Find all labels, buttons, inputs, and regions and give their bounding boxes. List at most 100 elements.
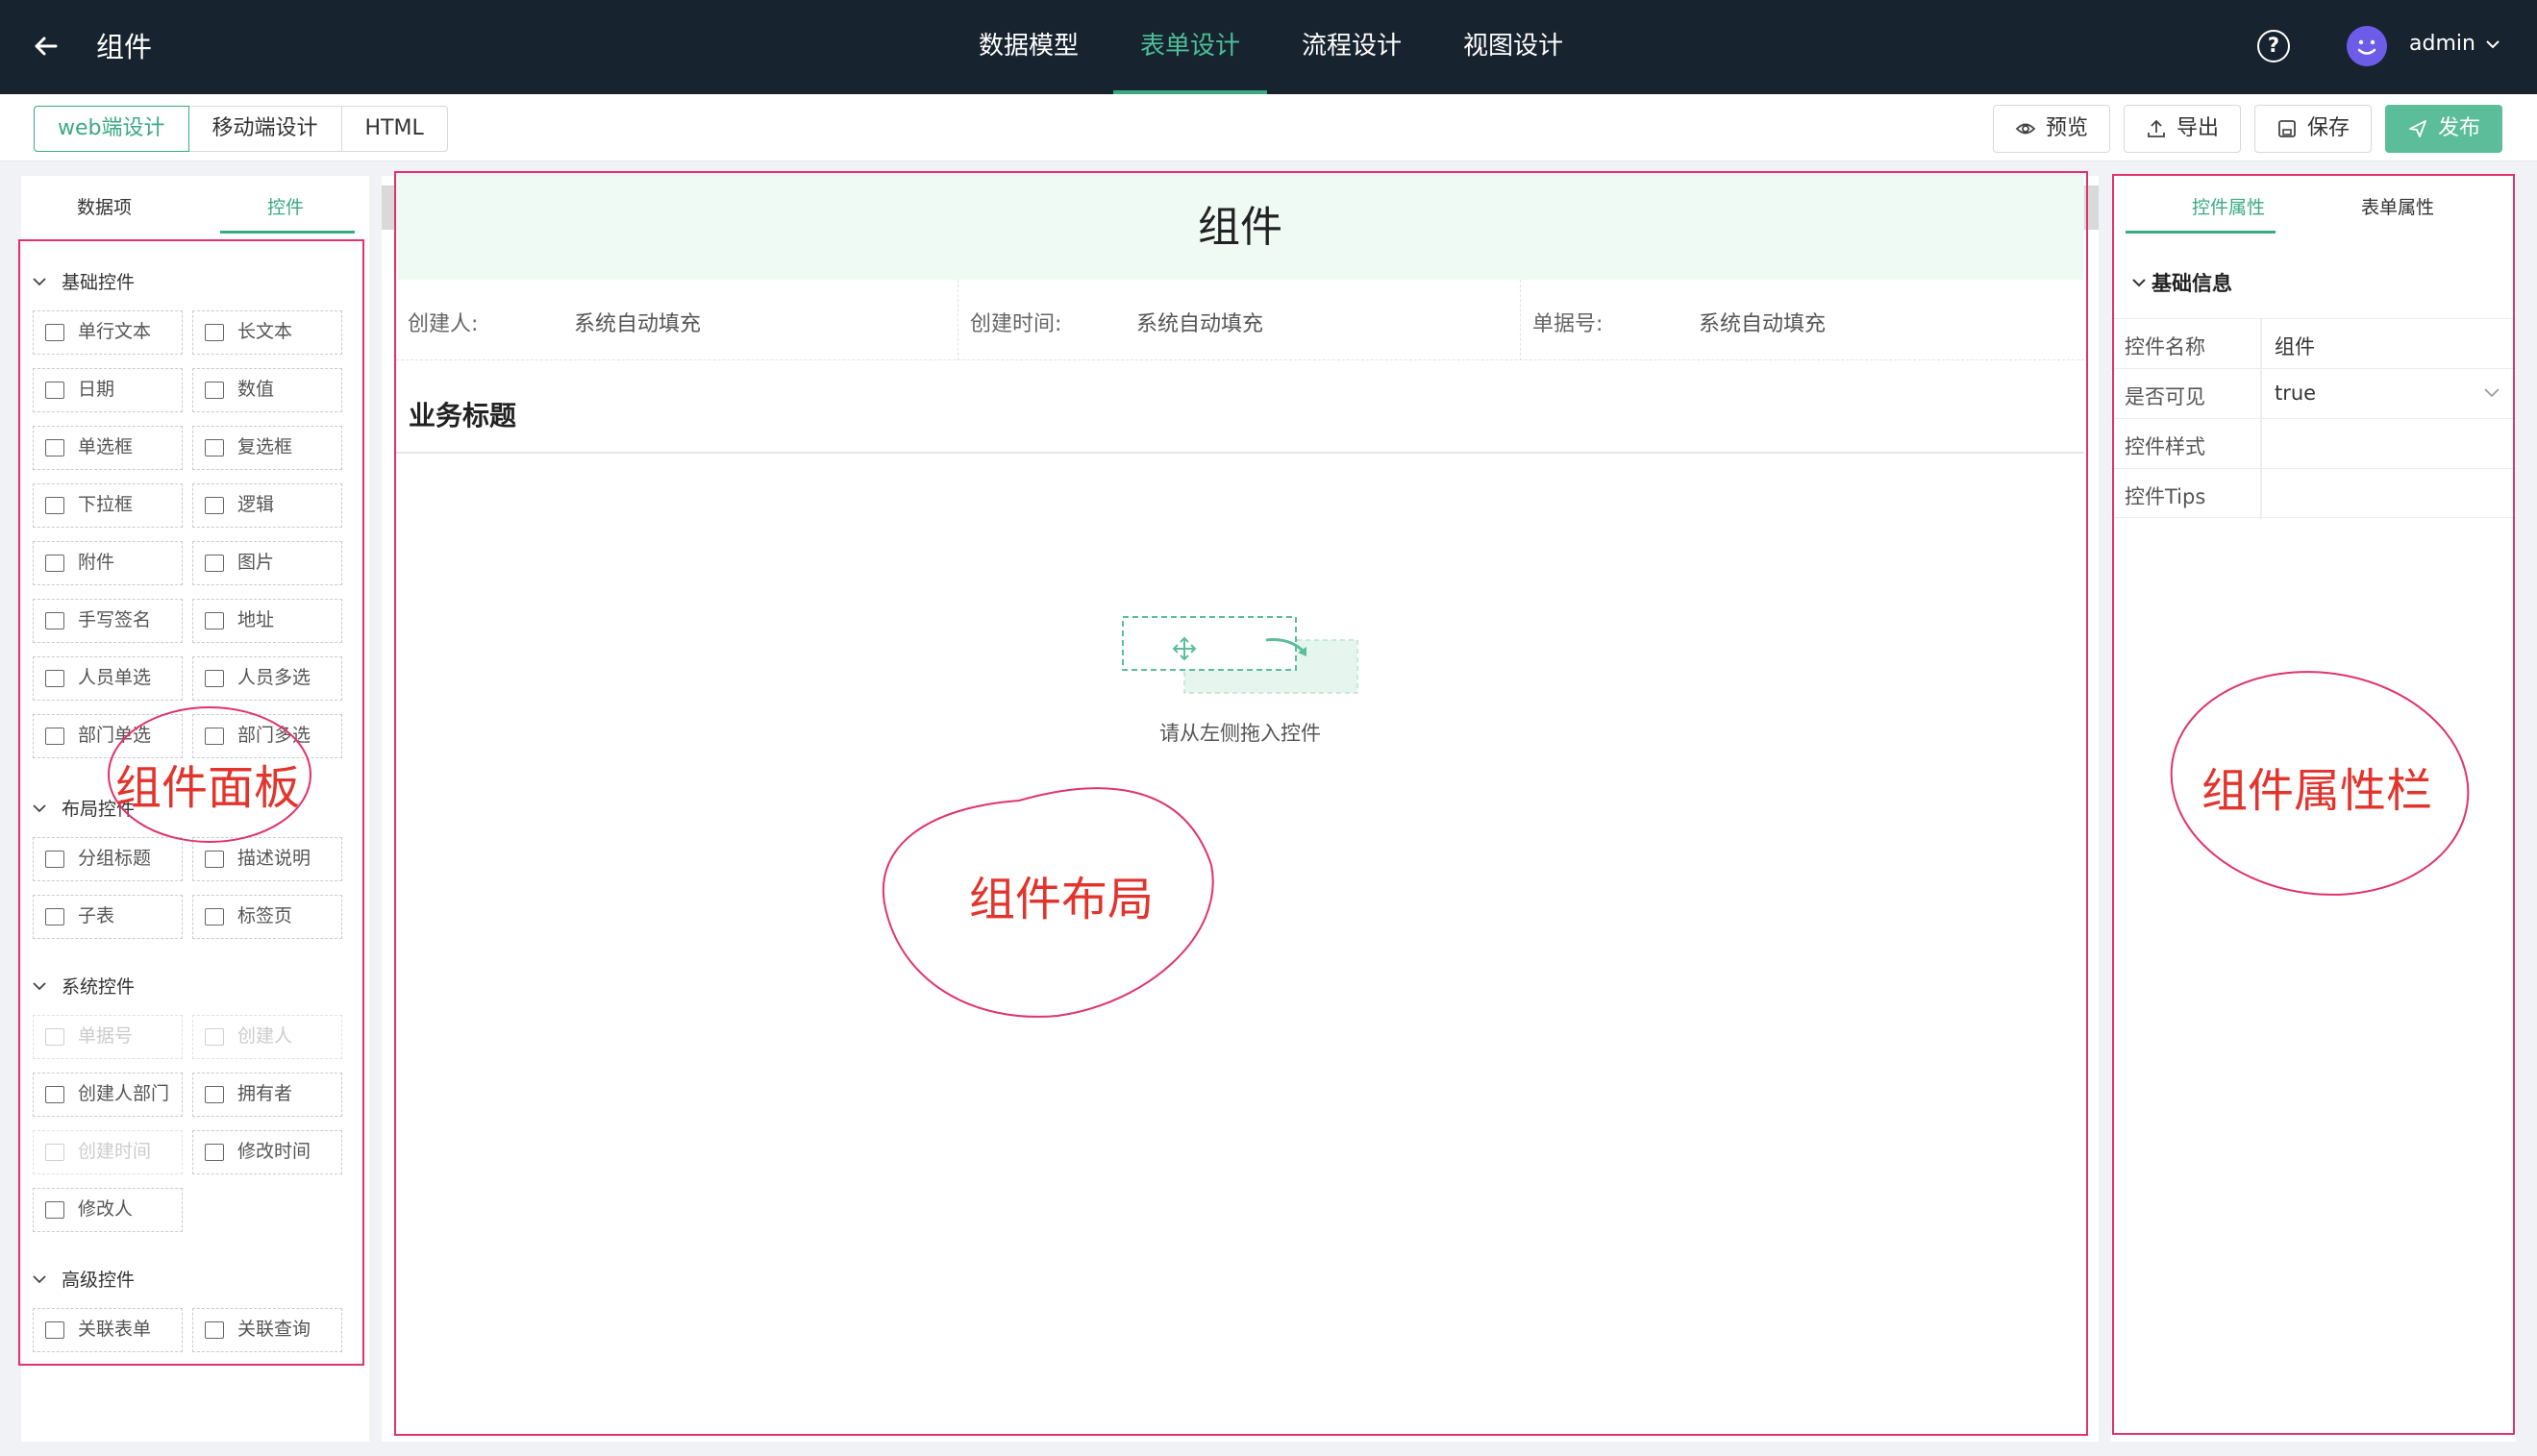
component-item[interactable]: 创建时间	[33, 1130, 183, 1174]
component-item[interactable]: 附件	[33, 541, 183, 585]
group-header[interactable]: 系统控件	[31, 973, 135, 999]
tab-data-items[interactable]: 数据项	[77, 193, 132, 219]
save-icon	[2278, 120, 2296, 137]
component-item[interactable]: 描述说明	[192, 837, 342, 881]
mode-web[interactable]: web端设计	[34, 106, 189, 152]
component-label: 关联表单	[78, 1319, 152, 1340]
prop-key: 是否可见	[2125, 385, 2205, 408]
nav-form-design[interactable]: 表单设计	[1113, 0, 1268, 94]
component-item[interactable]: 逻辑	[192, 483, 342, 528]
text-input-icon	[45, 324, 64, 341]
preview-button[interactable]: 预览	[1992, 105, 2110, 153]
prop-name-input[interactable]: 组件	[2275, 332, 2315, 360]
departments-icon	[205, 728, 224, 745]
component-label: 标签页	[237, 905, 293, 926]
component-label: 创建人	[237, 1025, 293, 1047]
help-icon[interactable]: ?	[2257, 30, 2290, 62]
chevron-down-icon[interactable]	[2485, 37, 2500, 52]
publish-button[interactable]: 发布	[2384, 105, 2502, 153]
mode-html[interactable]: HTML	[340, 106, 448, 152]
business-title[interactable]: 业务标题	[409, 395, 516, 433]
nav-flow-design[interactable]: 流程设计	[1275, 0, 1429, 94]
section-basic-info[interactable]: 基础信息	[2130, 268, 2232, 297]
user-icon	[205, 1028, 224, 1046]
select-icon	[45, 497, 64, 514]
component-label: 下拉框	[78, 494, 134, 515]
component-item[interactable]: 创建人	[192, 1015, 342, 1059]
prop-row-visible: 是否可见 true	[2111, 368, 2516, 419]
group-header[interactable]: 基础控件	[31, 268, 135, 294]
chevron-down-icon	[33, 277, 46, 285]
chevron-down-icon[interactable]	[2483, 386, 2500, 400]
upload-icon	[2148, 119, 2165, 137]
component-label: 数值	[237, 379, 275, 400]
clock-icon	[45, 1144, 64, 1161]
component-item[interactable]: 人员单选	[33, 656, 183, 701]
barcode-icon	[45, 1028, 64, 1046]
divider	[2260, 469, 2262, 519]
group-title: 基础控件	[62, 272, 136, 293]
form-canvas[interactable]: 组件 创建人: 系统自动填充 创建时间: 系统自动填充 单据号: 系统自动填充 …	[382, 176, 2099, 1442]
component-item[interactable]: 单行文本	[33, 310, 183, 355]
component-item[interactable]: 手写签名	[33, 599, 183, 643]
info-create-time[interactable]: 创建时间: 系统自动填充	[958, 280, 1521, 360]
component-label: 人员单选	[78, 667, 152, 688]
group-header[interactable]: 高级控件	[31, 1266, 135, 1292]
component-item[interactable]: 创建人部门	[33, 1073, 183, 1117]
preview-label: 预览	[2045, 116, 2088, 140]
username[interactable]: admin	[2409, 32, 2475, 56]
component-label: 拥有者	[237, 1083, 293, 1104]
component-item[interactable]: 长文本	[192, 310, 342, 355]
component-item[interactable]: 关联表单	[33, 1308, 183, 1352]
divider	[396, 452, 2084, 454]
component-item[interactable]: 分组标题	[33, 837, 183, 881]
component-item[interactable]: 单据号	[33, 1015, 183, 1059]
save-button[interactable]: 保存	[2253, 105, 2372, 153]
component-item[interactable]: 拥有者	[192, 1073, 342, 1117]
component-label: 单行文本	[78, 321, 152, 342]
component-label: 部门多选	[237, 725, 311, 746]
component-item[interactable]: 标签页	[192, 895, 342, 939]
radio-icon	[45, 439, 64, 457]
component-item[interactable]: 修改人	[33, 1188, 183, 1232]
form-title[interactable]: 组件	[396, 176, 2084, 280]
export-button[interactable]: 导出	[2123, 105, 2241, 153]
component-item[interactable]: 日期	[33, 368, 183, 412]
location-icon	[205, 612, 224, 629]
component-label: 地址	[237, 609, 275, 630]
component-item[interactable]: 下拉框	[33, 483, 183, 528]
prop-visible-select[interactable]: true	[2275, 382, 2316, 405]
component-item[interactable]: 数值	[192, 368, 342, 412]
prop-row-style: 控件样式	[2111, 418, 2516, 469]
design-mode-switch: web端设计 移动端设计 HTML	[34, 106, 448, 152]
tab-control-props[interactable]: 控件属性	[2192, 193, 2265, 219]
component-label: 描述说明	[237, 848, 311, 869]
nav-data-model[interactable]: 数据模型	[952, 0, 1106, 94]
component-item[interactable]: 图片	[192, 541, 342, 585]
component-label: 部门单选	[78, 725, 152, 746]
component-label: 分组标题	[78, 848, 152, 869]
department-icon	[45, 728, 64, 745]
component-item[interactable]: 单选框	[33, 426, 183, 470]
nav-view-design[interactable]: 视图设计	[1436, 0, 1590, 94]
component-item[interactable]: 修改时间	[192, 1130, 342, 1174]
component-item[interactable]: 复选框	[192, 426, 342, 470]
mode-mobile[interactable]: 移动端设计	[187, 106, 342, 152]
component-item[interactable]: 地址	[192, 599, 342, 643]
info-creator[interactable]: 创建人: 系统自动填充	[396, 280, 958, 360]
component-item[interactable]: 人员多选	[192, 656, 342, 701]
info-doc-number[interactable]: 单据号: 系统自动填充	[1521, 280, 2084, 360]
avatar[interactable]	[2347, 26, 2387, 66]
back-arrow-icon[interactable]	[27, 27, 65, 65]
users-icon	[205, 670, 224, 687]
chevron-down-icon	[2132, 279, 2146, 287]
component-item[interactable]: 关联查询	[192, 1308, 342, 1352]
tab-controls[interactable]: 控件	[267, 193, 304, 219]
component-item[interactable]: 子表	[33, 895, 183, 939]
save-label: 保存	[2306, 116, 2350, 140]
tab-form-props[interactable]: 表单属性	[2361, 193, 2434, 219]
design-toolbar: web端设计 移动端设计 HTML 预览 导出 保存 发布	[0, 94, 2537, 161]
tabs-icon	[205, 908, 224, 925]
component-label: 单据号	[78, 1025, 134, 1047]
owner-icon	[205, 1086, 224, 1103]
